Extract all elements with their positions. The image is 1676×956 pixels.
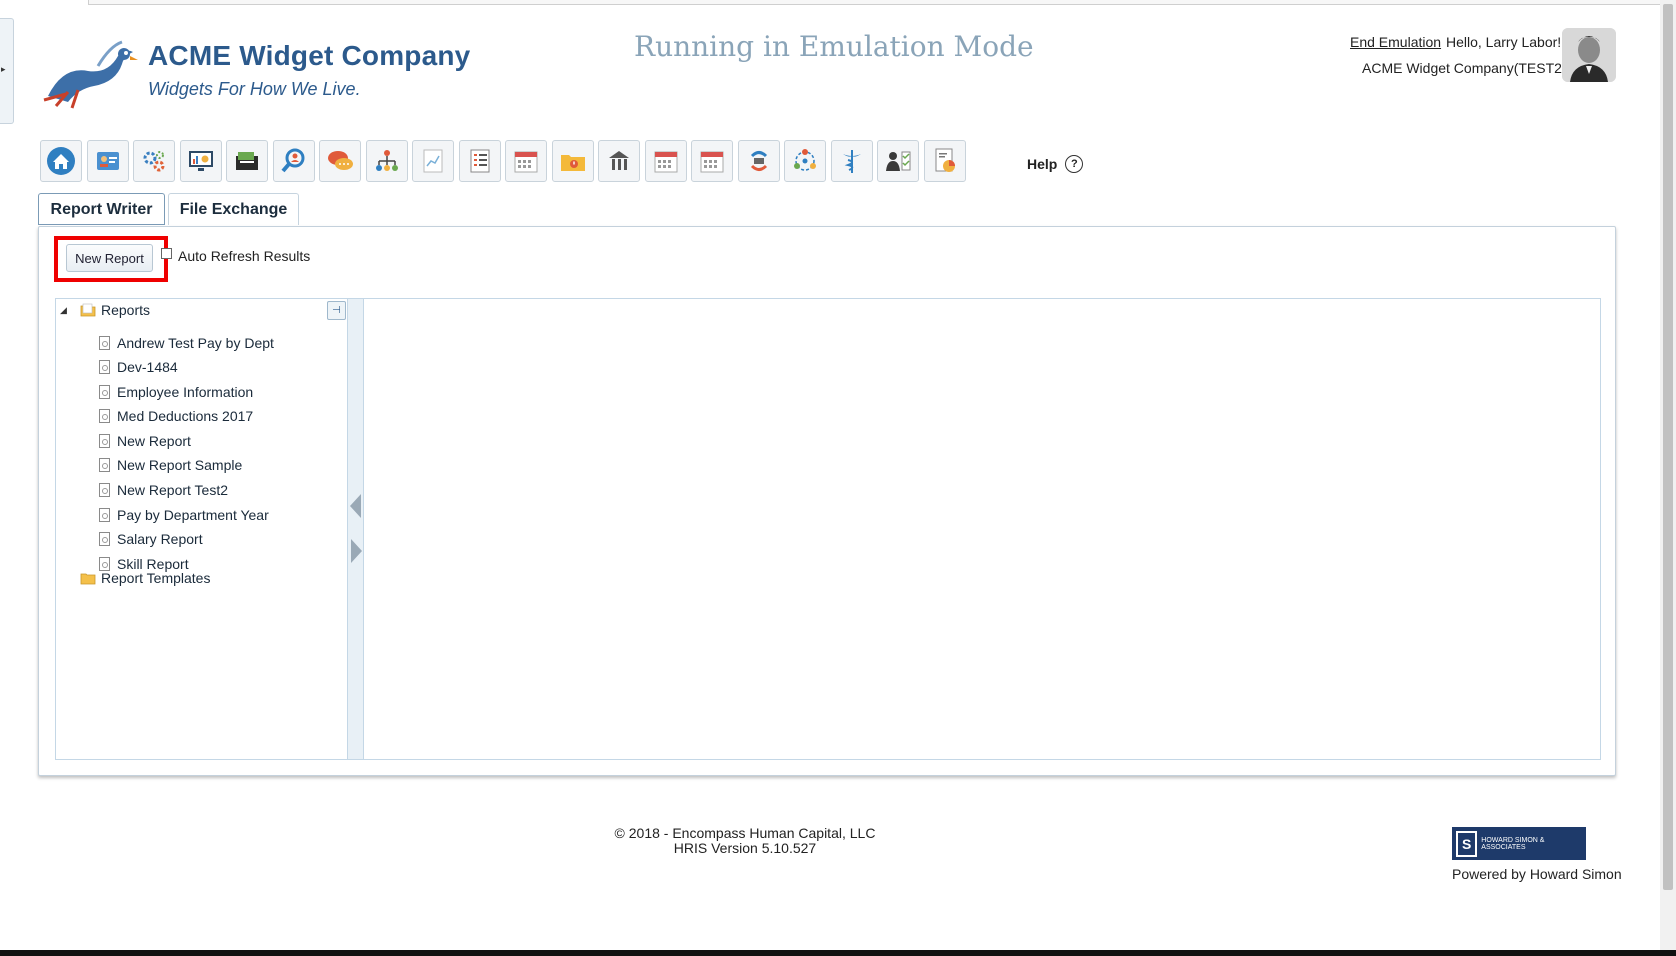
tree-report-label: Dev-1484 xyxy=(117,359,178,375)
help-link[interactable]: Help ? xyxy=(1027,155,1084,173)
report-file-icon xyxy=(99,483,110,497)
tree-report-item[interactable]: Salary Report xyxy=(99,530,203,548)
howard-simon-logo: S HOWARD SIMON & ASSOCIATES xyxy=(1452,827,1586,860)
bottom-strip xyxy=(0,950,1676,956)
company-tagline: Widgets For How We Live. xyxy=(148,79,361,99)
user-greeting: Hello, Larry Labor! xyxy=(1446,34,1562,50)
vertical-scrollbar[interactable] xyxy=(1660,0,1676,950)
report-chart-icon[interactable] xyxy=(412,140,454,182)
footer-copyright: © 2018 - Encompass Human Capital, LLC HR… xyxy=(560,826,930,856)
help-question-icon: ? xyxy=(1065,155,1084,173)
company-name: ACME Widget Company xyxy=(148,40,471,71)
manager-icon[interactable] xyxy=(877,140,919,182)
folder-open-icon xyxy=(80,303,96,317)
hs-logo-text: HOWARD SIMON & ASSOCIATES xyxy=(1481,836,1545,851)
medical-caduceus-icon[interactable] xyxy=(830,140,873,182)
payroll-money-icon[interactable] xyxy=(226,140,268,182)
settings-gears-icon[interactable] xyxy=(133,140,175,182)
expand-arrow-icon: ▸ xyxy=(1,64,6,74)
dashboard-monitor-icon[interactable] xyxy=(179,140,222,182)
end-emulation-link[interactable]: End Emulation xyxy=(1350,34,1441,50)
report-file-icon xyxy=(99,409,110,423)
folder-alert-icon[interactable] xyxy=(551,140,594,182)
tree-report-label: New Report Test2 xyxy=(117,482,229,498)
tree-report-item[interactable]: New Report xyxy=(99,432,191,450)
tree-report-item[interactable]: Pay by Department Year xyxy=(99,506,269,524)
report-file-icon xyxy=(99,336,110,350)
tree-node-report-templates[interactable]: Report Templates xyxy=(80,570,210,586)
version-text: HRIS Version 5.10.527 xyxy=(673,840,817,856)
powered-by: Powered by Howard Simon xyxy=(1452,866,1622,882)
expand-right-icon[interactable] xyxy=(351,539,362,563)
report-file-icon xyxy=(99,532,110,546)
auto-refresh-checkbox[interactable] xyxy=(161,248,172,259)
scrollbar-thumb[interactable] xyxy=(1663,4,1673,890)
report-file-icon xyxy=(99,508,110,522)
tree-report-label: Andrew Test Pay by Dept xyxy=(117,335,274,351)
company-logo-roadrunner-icon xyxy=(38,36,138,110)
browser-top-strip xyxy=(88,0,1662,5)
report-file-icon xyxy=(99,385,110,399)
building-icon[interactable] xyxy=(598,140,640,182)
tree-report-label: Med Deductions 2017 xyxy=(117,408,254,424)
tree-report-item[interactable]: Dev-1484 xyxy=(99,358,178,376)
user-avatar[interactable] xyxy=(1562,28,1616,82)
search-person-icon[interactable] xyxy=(272,140,315,182)
tab-file-exchange[interactable]: File Exchange xyxy=(168,193,299,225)
sync-arrows-icon[interactable] xyxy=(737,140,780,182)
document-pie-icon[interactable] xyxy=(923,140,966,182)
collapse-left-icon[interactable] xyxy=(350,494,361,518)
pane-splitter[interactable] xyxy=(347,299,364,759)
tree-report-label: New Report xyxy=(117,433,191,449)
tab-report-writer[interactable]: Report Writer xyxy=(38,193,165,225)
company-code: ACME Widget Company(TEST2) xyxy=(1362,60,1567,76)
module-toolbar xyxy=(40,140,966,184)
hs-logo-mark-icon: S xyxy=(1456,830,1478,857)
employee-card-icon[interactable] xyxy=(86,140,129,182)
tree-report-label: Pay by Department Year xyxy=(117,507,269,523)
tree-report-label: New Report Sample xyxy=(117,457,243,473)
tree-report-label: Salary Report xyxy=(117,531,203,547)
calendar-icon[interactable] xyxy=(691,140,733,182)
side-panel-toggle[interactable]: ▸ xyxy=(0,18,14,124)
report-file-icon xyxy=(99,458,110,472)
tree-report-item[interactable]: Employee Information xyxy=(99,383,253,401)
tree-node-reports[interactable]: ◢ Reports xyxy=(60,302,150,318)
new-report-button[interactable]: New Report xyxy=(66,244,153,272)
home-icon[interactable] xyxy=(40,140,82,182)
network-people-icon[interactable] xyxy=(784,140,826,182)
emulation-banner: Running in Emulation Mode xyxy=(634,30,1034,63)
tree-report-item[interactable]: New Report Test2 xyxy=(99,481,228,499)
org-chart-icon[interactable] xyxy=(365,140,408,182)
calendar-icon[interactable] xyxy=(644,140,687,182)
tree-report-label: Employee Information xyxy=(117,384,254,400)
tree-expanded-icon[interactable]: ◢ xyxy=(60,305,74,316)
chat-bubbles-icon[interactable] xyxy=(319,140,361,182)
checklist-icon[interactable] xyxy=(458,140,501,182)
auto-refresh-label: Auto Refresh Results xyxy=(178,248,311,264)
help-label: Help xyxy=(1027,156,1058,172)
report-file-icon xyxy=(99,360,110,374)
report-file-icon xyxy=(99,434,110,448)
tree-report-item[interactable]: Med Deductions 2017 xyxy=(99,407,253,425)
tree-report-item[interactable]: Andrew Test Pay by Dept xyxy=(99,334,274,352)
calendar-icon[interactable] xyxy=(505,140,547,182)
tree-node-label: Reports xyxy=(101,302,151,318)
tree-report-item[interactable]: New Report Sample xyxy=(99,456,242,474)
report-file-icon xyxy=(99,557,110,571)
pin-pane-icon[interactable]: ⊣ xyxy=(327,301,346,320)
folder-icon xyxy=(80,573,96,585)
tree-node-label: Report Templates xyxy=(101,570,211,586)
copyright-text: © 2018 - Encompass Human Capital, LLC xyxy=(614,825,876,841)
